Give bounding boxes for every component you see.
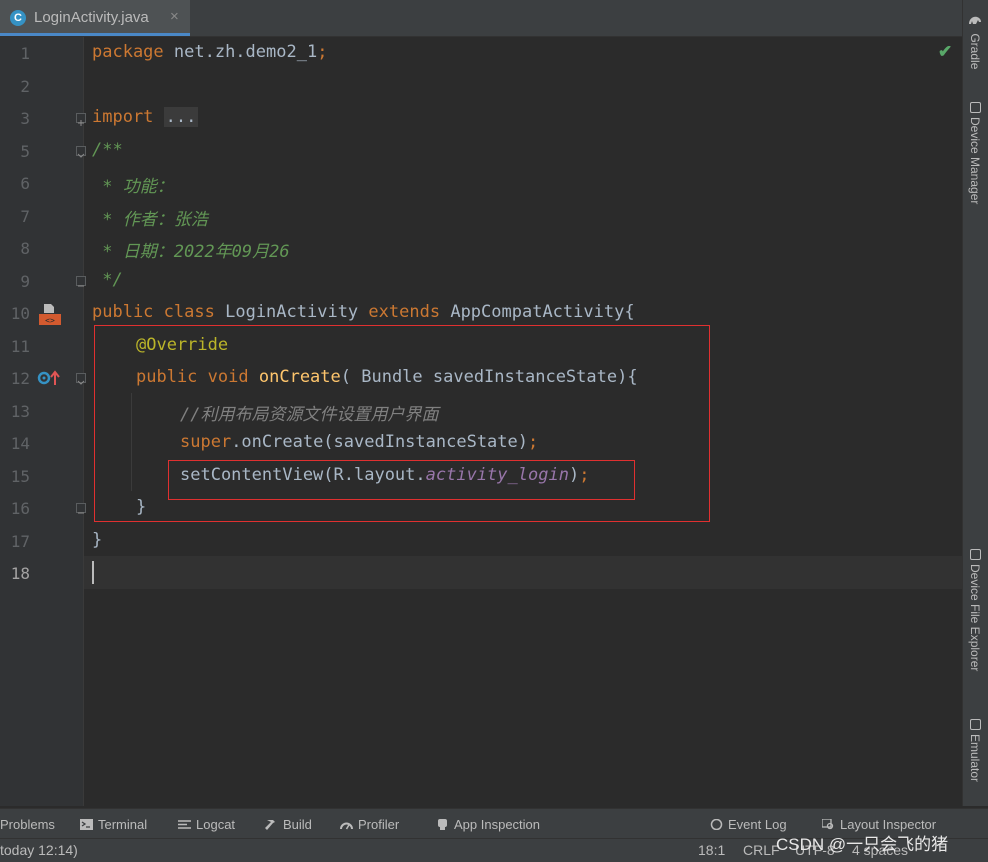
tool-profiler[interactable]: Profiler — [340, 817, 399, 832]
code-line-5[interactable]: /** — [92, 140, 123, 160]
override-method-icon[interactable] — [37, 369, 61, 387]
line-number: 17 — [10, 532, 30, 551]
line-number: 9 — [20, 272, 30, 291]
line-number: 12 — [10, 369, 30, 388]
profiler-icon — [340, 822, 353, 830]
editor-tab-bar: C LoginActivity.java × — [0, 0, 962, 37]
layout-file-icon[interactable]: <> — [38, 302, 62, 326]
right-tool-strip: Gradle Device Manager Device File Explor… — [962, 0, 988, 806]
line-number: 5 — [20, 142, 30, 161]
terminal-icon — [80, 819, 93, 830]
line-separator[interactable]: CRLF — [743, 842, 780, 858]
code-line-6[interactable]: * 功能： — [92, 172, 173, 197]
code-line-3[interactable]: import ... — [92, 107, 199, 127]
code-line-10[interactable]: public class LoginActivity extends AppCo… — [92, 302, 635, 322]
tab-login-activity[interactable]: C LoginActivity.java × — [0, 0, 190, 36]
code-line-17[interactable]: } — [92, 530, 102, 550]
gradle-icon — [969, 16, 981, 24]
fold-collapse-icon[interactable] — [76, 146, 86, 158]
line-number: 1 — [20, 44, 30, 63]
svg-text:<>: <> — [45, 316, 55, 325]
code-line-7[interactable]: * 作者：张浩 — [92, 205, 207, 230]
tool-device-file-explorer[interactable]: Device File Explorer — [968, 549, 982, 671]
line-number: 16 — [10, 499, 30, 518]
line-number: 14 — [10, 434, 30, 453]
fold-expand-icon[interactable] — [76, 113, 86, 126]
tool-gradle[interactable]: Gradle — [968, 14, 982, 69]
line-number-current: 18 — [10, 564, 30, 583]
code-line-9[interactable]: */ — [92, 270, 122, 290]
device-file-explorer-icon — [969, 549, 981, 560]
text-caret — [92, 561, 94, 584]
line-number: 2 — [20, 77, 30, 96]
tool-logcat[interactable]: Logcat — [178, 817, 235, 832]
line-number: 10 — [10, 304, 30, 323]
tab-label: LoginActivity.java — [34, 9, 149, 26]
tool-device-manager[interactable]: Device Manager — [968, 102, 982, 204]
device-manager-icon — [969, 102, 981, 113]
app-inspection-icon — [438, 819, 447, 830]
fold-end-icon[interactable] — [76, 503, 86, 514]
code-line-8[interactable]: * 日期：2022年09月26 — [92, 237, 289, 262]
line-number: 3 — [20, 109, 30, 128]
caret-position[interactable]: 18:1 — [698, 842, 725, 858]
code-line-1[interactable]: package net.zh.demo2_1; — [92, 42, 327, 62]
highlight-box-setcontentview — [168, 460, 635, 500]
event-log-icon — [710, 819, 723, 830]
layout-inspector-icon — [822, 819, 834, 830]
current-line-highlight — [0, 556, 962, 589]
fold-end-icon[interactable] — [76, 276, 86, 287]
tool-build[interactable]: Build — [265, 817, 312, 832]
logcat-icon — [178, 820, 191, 829]
fold-collapse-icon[interactable] — [76, 373, 86, 385]
close-icon[interactable]: × — [170, 8, 179, 25]
tool-terminal[interactable]: Terminal — [80, 817, 147, 832]
line-number: 15 — [10, 467, 30, 486]
hammer-icon — [265, 820, 275, 830]
tool-app-inspection[interactable]: App Inspection — [436, 817, 540, 832]
line-number: 13 — [10, 402, 30, 421]
watermark: CSDN @一只会飞的猪 — [776, 835, 949, 854]
line-number: 7 — [20, 207, 30, 226]
checkmark-icon[interactable]: ✔ — [938, 42, 952, 62]
folded-imports: ... — [163, 107, 199, 127]
emulator-icon — [969, 719, 981, 730]
tool-emulator[interactable]: Emulator — [968, 719, 982, 782]
line-number: 6 — [20, 174, 30, 193]
java-class-icon: C — [10, 10, 26, 26]
line-number: 8 — [20, 239, 30, 258]
line-number: 11 — [10, 337, 30, 356]
tool-problems[interactable]: Problems — [0, 817, 55, 832]
status-message[interactable]: today 12:14) — [0, 842, 78, 858]
